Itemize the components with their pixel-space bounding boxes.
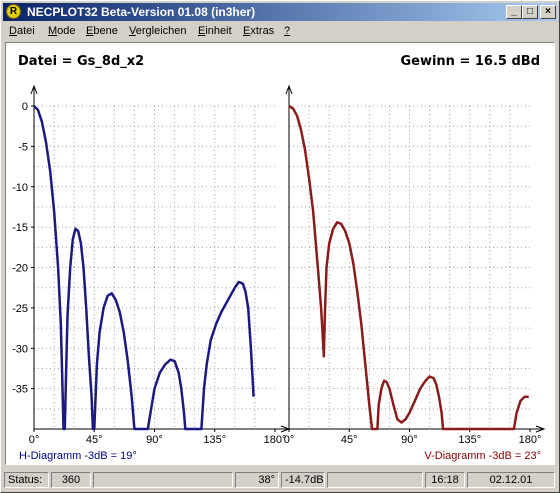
status-bar: Status: 360 38° -14.7dB 16:18 02.12.01 xyxy=(3,470,557,489)
menu-extras-rest: xtras xyxy=(250,25,275,37)
menu-bar: Datei Mode Ebene Vergleichen Einheit Ext… xyxy=(3,22,557,41)
menu-mode-rest: ode xyxy=(57,25,76,37)
y-tick-label: 0 xyxy=(22,101,28,113)
menu-vergleichen-rest: ergleichen xyxy=(135,25,187,37)
h-diagram-caption: H-Diagramm -3dB = 19° xyxy=(19,450,137,462)
x-tick-label: 45° xyxy=(86,434,103,446)
menu-datei-rest: atei xyxy=(16,25,35,37)
status-date: 02.12.01 xyxy=(467,472,555,488)
y-tick-label: -30 xyxy=(12,343,28,355)
y-tick-label: -10 xyxy=(12,182,28,194)
x-tick-label: 180° xyxy=(519,434,542,446)
y-tick-label: -25 xyxy=(12,303,28,315)
status-label: Status: xyxy=(4,472,49,488)
menu-einheit-rest: inheit xyxy=(205,25,232,37)
pattern-chart: 0 -5 -10 -15 -20 -25 -30 -35 0° 45° 90° 135° 180° 0° 4… xyxy=(12,84,546,446)
menu-vergleichen-mnemonic: V xyxy=(129,25,136,37)
menu-datei-mnemonic: D xyxy=(9,25,17,37)
x-tick-label: 45° xyxy=(341,434,358,446)
app-icon[interactable]: R xyxy=(6,4,21,19)
menu-vergleichen[interactable]: Vergleichen xyxy=(129,25,187,37)
maximize-button[interactable]: □ xyxy=(522,5,538,19)
menu-ebene-rest: bene xyxy=(93,25,118,37)
y-tick-label: -20 xyxy=(12,263,28,275)
window-title: NECPLOT32 Beta-Version 01.08 (in3her) xyxy=(27,5,256,19)
x-tick-label: 135° xyxy=(458,434,481,446)
x-tick-label: 0° xyxy=(284,434,295,446)
chart-panel-1: 0-5-10-15-20-25-30-350° 45° 90° 135° 180° xyxy=(12,84,291,446)
menu-extras[interactable]: Extras xyxy=(243,25,274,37)
menu-mode[interactable]: Mode xyxy=(48,25,76,37)
x-tick-label: 90° xyxy=(401,434,418,446)
y-tick-label: -5 xyxy=(18,141,28,153)
v-diagram-caption: V-Diagramm -3dB = 23° xyxy=(424,450,541,462)
status-angle: 38° xyxy=(235,472,279,488)
x-tick-label: 135° xyxy=(203,434,226,446)
status-level: -14.7dB xyxy=(281,472,325,488)
y-tick-label: -15 xyxy=(12,222,28,234)
minimize-button[interactable]: _ xyxy=(506,5,522,19)
title-bar[interactable]: R NECPLOT32 Beta-Version 01.08 (in3her) … xyxy=(3,3,557,21)
status-empty-panel xyxy=(93,472,233,488)
plot-area: Datei = Gs_8d_x2 Gewinn = 16.5 dBd 0 -5 -1… xyxy=(5,42,555,465)
menu-mode-mnemonic: M xyxy=(48,25,58,37)
app-window: R NECPLOT32 Beta-Version 01.08 (in3her) … xyxy=(0,0,560,493)
status-time: 16:18 xyxy=(425,472,465,488)
status-empty-panel-2 xyxy=(327,472,423,488)
menu-datei[interactable]: Datei xyxy=(9,25,35,37)
x-tick-label: 90° xyxy=(146,434,163,446)
chart-panel-2: 0° 45° 90° 135° 180° xyxy=(284,84,546,446)
menu-help[interactable]: ? xyxy=(284,25,290,37)
menu-ebene[interactable]: Ebene xyxy=(86,25,118,37)
x-tick-label: 0° xyxy=(29,434,40,446)
status-code: 360 xyxy=(51,472,91,488)
pattern-curve-2 xyxy=(288,104,529,431)
close-button[interactable]: × xyxy=(540,5,556,19)
menu-einheit[interactable]: Einheit xyxy=(198,25,232,37)
menu-help-mnemonic: ? xyxy=(284,25,291,37)
y-tick-label: -35 xyxy=(12,384,28,396)
